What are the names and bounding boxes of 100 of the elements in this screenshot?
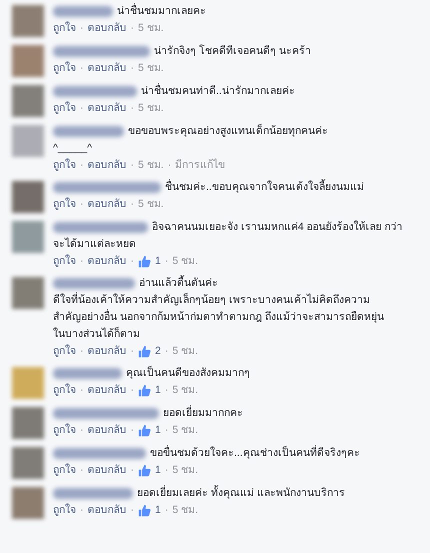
separator-dot: · — [80, 101, 84, 116]
thumbs-up-icon[interactable] — [138, 384, 151, 396]
avatar[interactable] — [12, 447, 44, 479]
action-link[interactable]: ตอบกลับ — [88, 20, 126, 36]
avatar[interactable] — [12, 221, 44, 253]
separator-dot: · — [130, 61, 134, 76]
action-link[interactable]: ถูกใจ — [53, 60, 76, 76]
like-count[interactable]: 2 — [155, 343, 161, 359]
separator-dot: · — [80, 197, 84, 212]
separator-dot: · — [164, 503, 168, 518]
action-link[interactable]: ตอบกลับ — [88, 502, 126, 518]
like-count[interactable]: 1 — [155, 462, 161, 478]
avatar[interactable] — [12, 85, 44, 117]
action-link[interactable]: ตอบกลับ — [88, 100, 126, 116]
separator-dot: · — [80, 344, 84, 359]
separator-dot: · — [80, 61, 84, 76]
blurred-name[interactable] — [53, 408, 159, 419]
separator-dot: · — [164, 383, 168, 398]
blurred-name[interactable] — [53, 278, 135, 289]
comment-text: ยอดเยี่ยมมากกคะ — [163, 405, 243, 421]
separator-dot: · — [168, 158, 172, 173]
avatar[interactable] — [12, 125, 44, 157]
like-count[interactable]: 1 — [155, 382, 161, 398]
action-link[interactable]: ถูกใจ — [53, 502, 76, 518]
action-link[interactable]: ตอบกลับ — [88, 157, 126, 173]
avatar[interactable] — [12, 45, 44, 77]
action-link[interactable]: ถูกใจ — [53, 196, 76, 212]
action-link[interactable]: ตอบกลับ — [88, 253, 126, 269]
comment-text: จะได้มาแต่ละหยด — [53, 236, 137, 252]
blurred-name[interactable] — [53, 182, 161, 193]
blurred-name[interactable] — [53, 86, 137, 97]
comment-text: ขอขอบพระคุณอย่างสูงแทนเด็กน้อยทุกคนค่ะ — [128, 123, 328, 139]
blurred-name[interactable] — [53, 222, 148, 233]
action-link[interactable]: ถูกใจ — [53, 462, 76, 478]
avatar[interactable] — [12, 181, 44, 213]
action-link[interactable]: ถูกใจ — [53, 253, 76, 269]
action-link[interactable]: ถูกใจ — [53, 20, 76, 36]
blurred-name[interactable] — [53, 448, 146, 459]
blurred-name[interactable] — [53, 126, 124, 137]
separator-dot: · — [80, 21, 84, 36]
blurred-name[interactable] — [53, 488, 133, 499]
blurred-name[interactable] — [53, 368, 122, 379]
comment-text: คุณเป็นคนดีของสังคมมากๆ — [126, 365, 250, 381]
separator-dot: · — [130, 463, 134, 478]
action-link[interactable]: ตอบกลับ — [88, 462, 126, 478]
avatar[interactable] — [12, 487, 44, 519]
separator-dot: · — [80, 463, 84, 478]
separator-dot: · — [130, 254, 134, 269]
blurred-name[interactable] — [53, 6, 113, 17]
action-link[interactable]: ตอบกลับ — [88, 422, 126, 438]
separator-dot: · — [164, 344, 168, 359]
separator-dot: · — [130, 197, 134, 212]
like-count[interactable]: 1 — [155, 253, 161, 269]
action-link[interactable]: ตอบกลับ — [88, 196, 126, 212]
comment-text: น่าชื่นชมคนท่าดี..น่ารักมากเลยค่ะ — [141, 83, 295, 99]
avatar[interactable] — [12, 407, 44, 439]
separator-dot: · — [80, 383, 84, 398]
action-link[interactable]: ถูกใจ — [53, 343, 76, 359]
thumbs-up-icon[interactable] — [138, 424, 151, 436]
separator-dot: · — [130, 503, 134, 518]
comment-text: อิจฉาคนนมเยอะจัง เรานมหกแค่4 ออนยังร้องให้เลย กว่า — [152, 220, 403, 235]
action-link[interactable]: ตอบกลับ — [88, 343, 126, 359]
blurred-name[interactable] — [53, 46, 150, 57]
action-link[interactable]: ถูกใจ — [53, 100, 76, 116]
separator-dot: · — [80, 503, 84, 518]
action-link[interactable]: ถูกใจ — [53, 422, 76, 438]
action-link[interactable]: ถูกใจ — [53, 382, 76, 398]
thumbs-up-icon[interactable] — [138, 344, 151, 358]
avatar[interactable] — [12, 5, 44, 37]
comment-text: ^_____^ — [53, 141, 94, 156]
like-count[interactable]: 1 — [155, 422, 161, 438]
thumbs-up-icon[interactable] — [138, 254, 151, 268]
comment-text: น่าชื่นชมมากเลยคะ — [117, 3, 206, 19]
action-link[interactable]: ตอบกลับ — [88, 382, 126, 398]
comment-text: อ่านแล้วตื้นตันค่ะ — [139, 275, 218, 291]
comment-text: สำคัญอย่างอื่น นอกจากก้มหน้าก่มตาทำตามกฎ ถึงแม้ว่าจะสามารถยืดหยุ่น — [53, 309, 385, 325]
avatar[interactable] — [12, 367, 44, 399]
separator-dot: · — [130, 21, 134, 36]
thumbs-up-icon[interactable] — [138, 504, 151, 516]
action-link[interactable]: ถูกใจ — [53, 157, 76, 173]
separator-dot: · — [80, 254, 84, 269]
avatar[interactable] — [12, 277, 44, 309]
comment-text: ขอขื่นชมด้วยใจคะ...คุณช่างเป็นคนที่ดีจริงๆคะ — [150, 445, 360, 461]
separator-dot: · — [130, 158, 134, 173]
separator-dot: · — [164, 463, 168, 478]
action-link[interactable]: ตอบกลับ — [88, 60, 126, 76]
comment-text: ดีใจที่น้องเค้าให้ความสำคัญเล็กๆน้อยๆ เพราะบางคนเค้าไม่คิดถึงความ — [53, 292, 371, 308]
comment-text: น่ารักจิงๆ โชคดีทีเจอคนดีๆ นะคร้า — [154, 44, 311, 59]
comment-text: ในบางส่วนได้ก็ตาม — [53, 326, 141, 342]
separator-dot: · — [164, 423, 168, 438]
separator-dot: · — [130, 383, 134, 398]
separator-dot: · — [80, 423, 84, 438]
separator-dot: · — [80, 158, 84, 173]
like-count[interactable]: 1 — [155, 502, 161, 518]
separator-dot: · — [130, 101, 134, 116]
comment-text: ยอดเยี่ยมเลยค่ะ ทั้งคุณแม่ และพนักงานบริการ — [137, 485, 345, 501]
thumbs-up-icon[interactable] — [138, 464, 151, 476]
separator-dot: · — [130, 423, 134, 438]
separator-dot: · — [130, 344, 134, 359]
comment-text: ชื่นชมค่ะ..ขอบคุณจากใจคนเต้งใจลี้ยงนมแม่ — [165, 179, 364, 195]
